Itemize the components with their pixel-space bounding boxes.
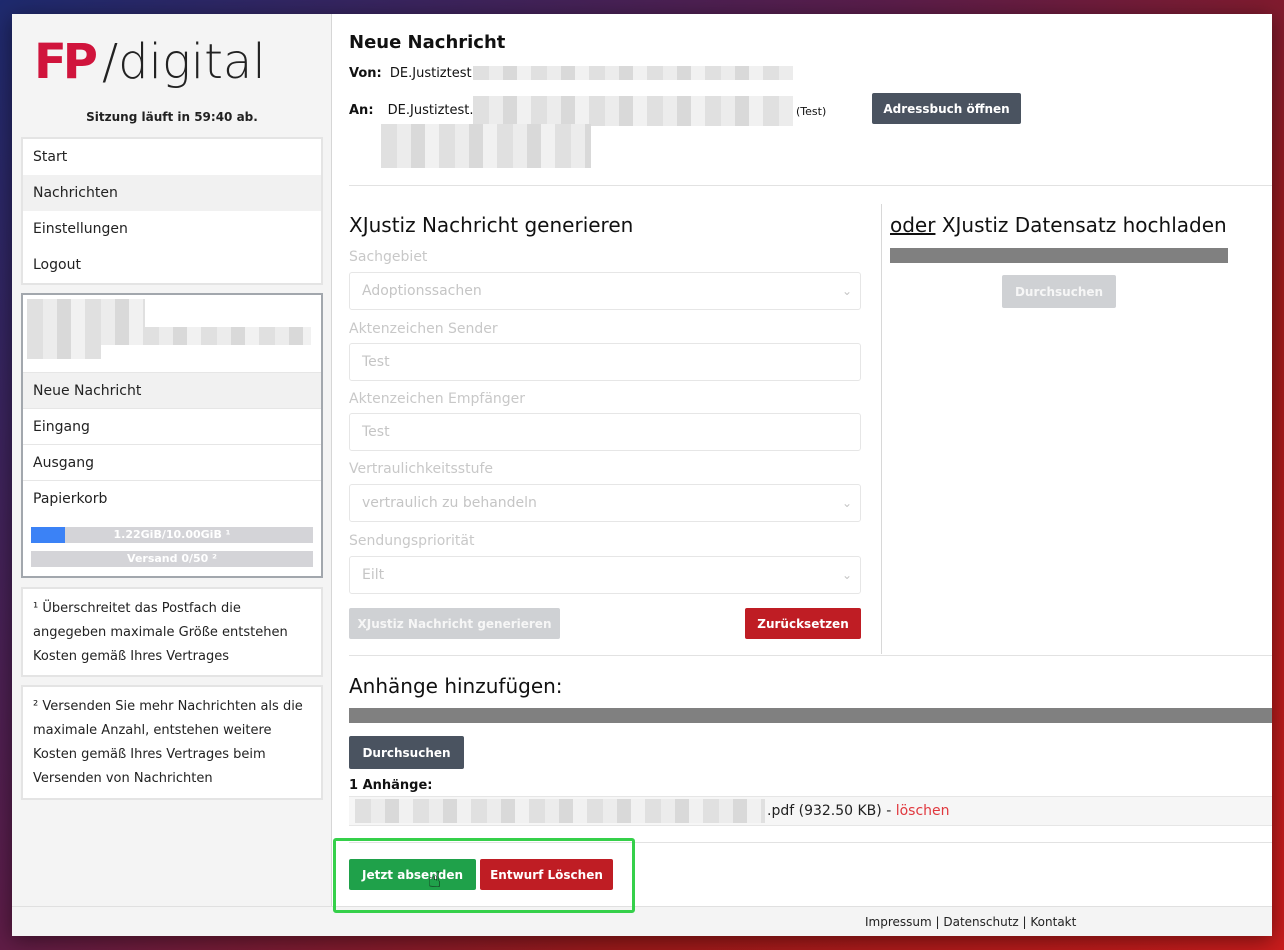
storage-quota-bar: 1.22GiB/10.00GiB ¹ [31,527,313,543]
from-value: DE.Justiztest. [389,66,476,81]
vertraulich-select[interactable]: vertraulich zu behandeln ⌄ [349,484,861,522]
chevron-down-icon: ⌄ [841,284,852,298]
attachment-row: .pdf (932.50 KB) - löschen [349,796,1272,826]
nav-item-start[interactable]: Start [23,139,321,175]
sachgebiet-label: Sachgebiet [349,249,428,265]
to-tag: (Test) [796,105,827,118]
app-window: FP /digital Sitzung läuft in 59:40 ab. S… [12,14,1272,936]
nav-item-einstellungen[interactable]: Einstellungen [23,211,321,247]
send-quota-bar: Versand 0/50 ² [31,551,313,567]
prioritaet-label: Sendungspriorität [349,533,475,549]
upload-title: oder XJustiz Datensatz hochladen [890,213,1227,237]
upload-file-input[interactable] [890,248,1228,263]
prioritaet-value: Eilt [362,567,385,583]
header-divider [349,185,1272,186]
main-content: Neue Nachricht Von: DE.Justiztest. An: D… [333,14,1272,906]
attachment-file-info: .pdf (932.50 KB) - [767,803,896,819]
storage-cost-note: ¹ Überschreitet das Postfach die angegeb… [21,587,323,677]
to-line: An: DE.Justiztest.6 [349,103,482,118]
footer-datenschutz-link[interactable]: Datenschutz [943,915,1018,929]
empfaenger-input[interactable]: Test [349,413,861,451]
action-highlight-box [333,838,635,913]
mailbox-name-redacted [27,299,145,327]
upload-browse-button[interactable]: Durchsuchen [1002,275,1116,308]
vertraulich-value: vertraulich zu behandeln [362,495,537,511]
to-redacted [381,124,591,168]
page-title: Neue Nachricht [349,32,506,53]
addressbook-button[interactable]: Adressbuch öffnen [872,93,1021,124]
from-label: Von: [349,66,382,81]
vertraulich-label: Vertraulichkeitsstufe [349,461,493,477]
mailbox-panel: Neue Nachricht Eingang Ausgang Papierkor… [21,293,323,578]
logo-text: /digital [101,34,266,90]
attachments-title: Anhänge hinzufügen: [349,674,563,698]
nav-item-nachrichten[interactable]: Nachrichten [23,175,321,211]
generate-title: XJustiz Nachricht generieren [349,213,634,237]
mailbox-item-eingang[interactable]: Eingang [23,408,321,444]
sender-label: Aktenzeichen Sender [349,321,498,337]
sidebar: FP /digital Sitzung läuft in 59:40 ab. S… [12,14,332,906]
middle-divider [349,655,1272,656]
attachments-count: 1 Anhänge: [349,778,433,793]
session-timer: Sitzung läuft in 59:40 ab. [86,110,258,124]
logo[interactable]: FP /digital [34,36,266,88]
sachgebiet-value: Adoptionssachen [362,283,482,299]
storage-quota-label: 1.22GiB/10.00GiB ¹ [113,528,231,541]
footer-kontakt-link[interactable]: Kontakt [1030,915,1076,929]
generate-button[interactable]: XJustiz Nachricht generieren [349,608,560,639]
mailbox-name-redacted [27,345,101,359]
to-value: DE.Justiztest.6 [387,103,482,118]
send-quota-label: Versand 0/50 ² [127,552,217,565]
sachgebiet-select[interactable]: Adoptionssachen ⌄ [349,272,861,310]
to-label: An: [349,103,374,118]
mailbox-item-papierkorb[interactable]: Papierkorb [23,480,321,516]
chevron-down-icon: ⌄ [841,496,852,510]
upload-or: oder [890,213,936,237]
storage-quota-fill [31,527,66,543]
attachments-browse-button[interactable]: Durchsuchen [349,736,464,769]
mailbox-item-neue-nachricht[interactable]: Neue Nachricht [23,372,321,408]
hand-pointer-icon: ☝ [428,868,442,893]
attachment-name-redacted [355,799,765,823]
footer-impressum-link[interactable]: Impressum [865,915,932,929]
upload-title-text: XJustiz Datensatz hochladen [935,213,1227,237]
mailbox-name-redacted [27,327,311,345]
mailbox-item-ausgang[interactable]: Ausgang [23,444,321,480]
nav-item-logout[interactable]: Logout [23,247,321,283]
chevron-down-icon: ⌄ [841,568,852,582]
main-nav: Start Nachrichten Einstellungen Logout [21,137,323,285]
prioritaet-select[interactable]: Eilt ⌄ [349,556,861,594]
attachment-delete-link[interactable]: löschen [896,803,950,819]
send-cost-note: ² Versenden Sie mehr Nachrichten als die… [21,685,323,800]
from-line: Von: DE.Justiztest. [349,66,476,81]
column-separator [881,204,882,654]
footer: Impressum | Datenschutz | Kontakt [12,906,1272,936]
sender-input[interactable]: Test [349,343,861,381]
to-redacted [473,96,793,126]
empfaenger-label: Aktenzeichen Empfänger [349,391,526,407]
footer-links: Impressum | Datenschutz | Kontakt [865,915,1077,929]
reset-button[interactable]: Zurücksetzen [745,608,861,639]
from-redacted [473,66,793,80]
logo-mark: FP [34,34,98,90]
attachments-file-input[interactable] [349,708,1272,723]
